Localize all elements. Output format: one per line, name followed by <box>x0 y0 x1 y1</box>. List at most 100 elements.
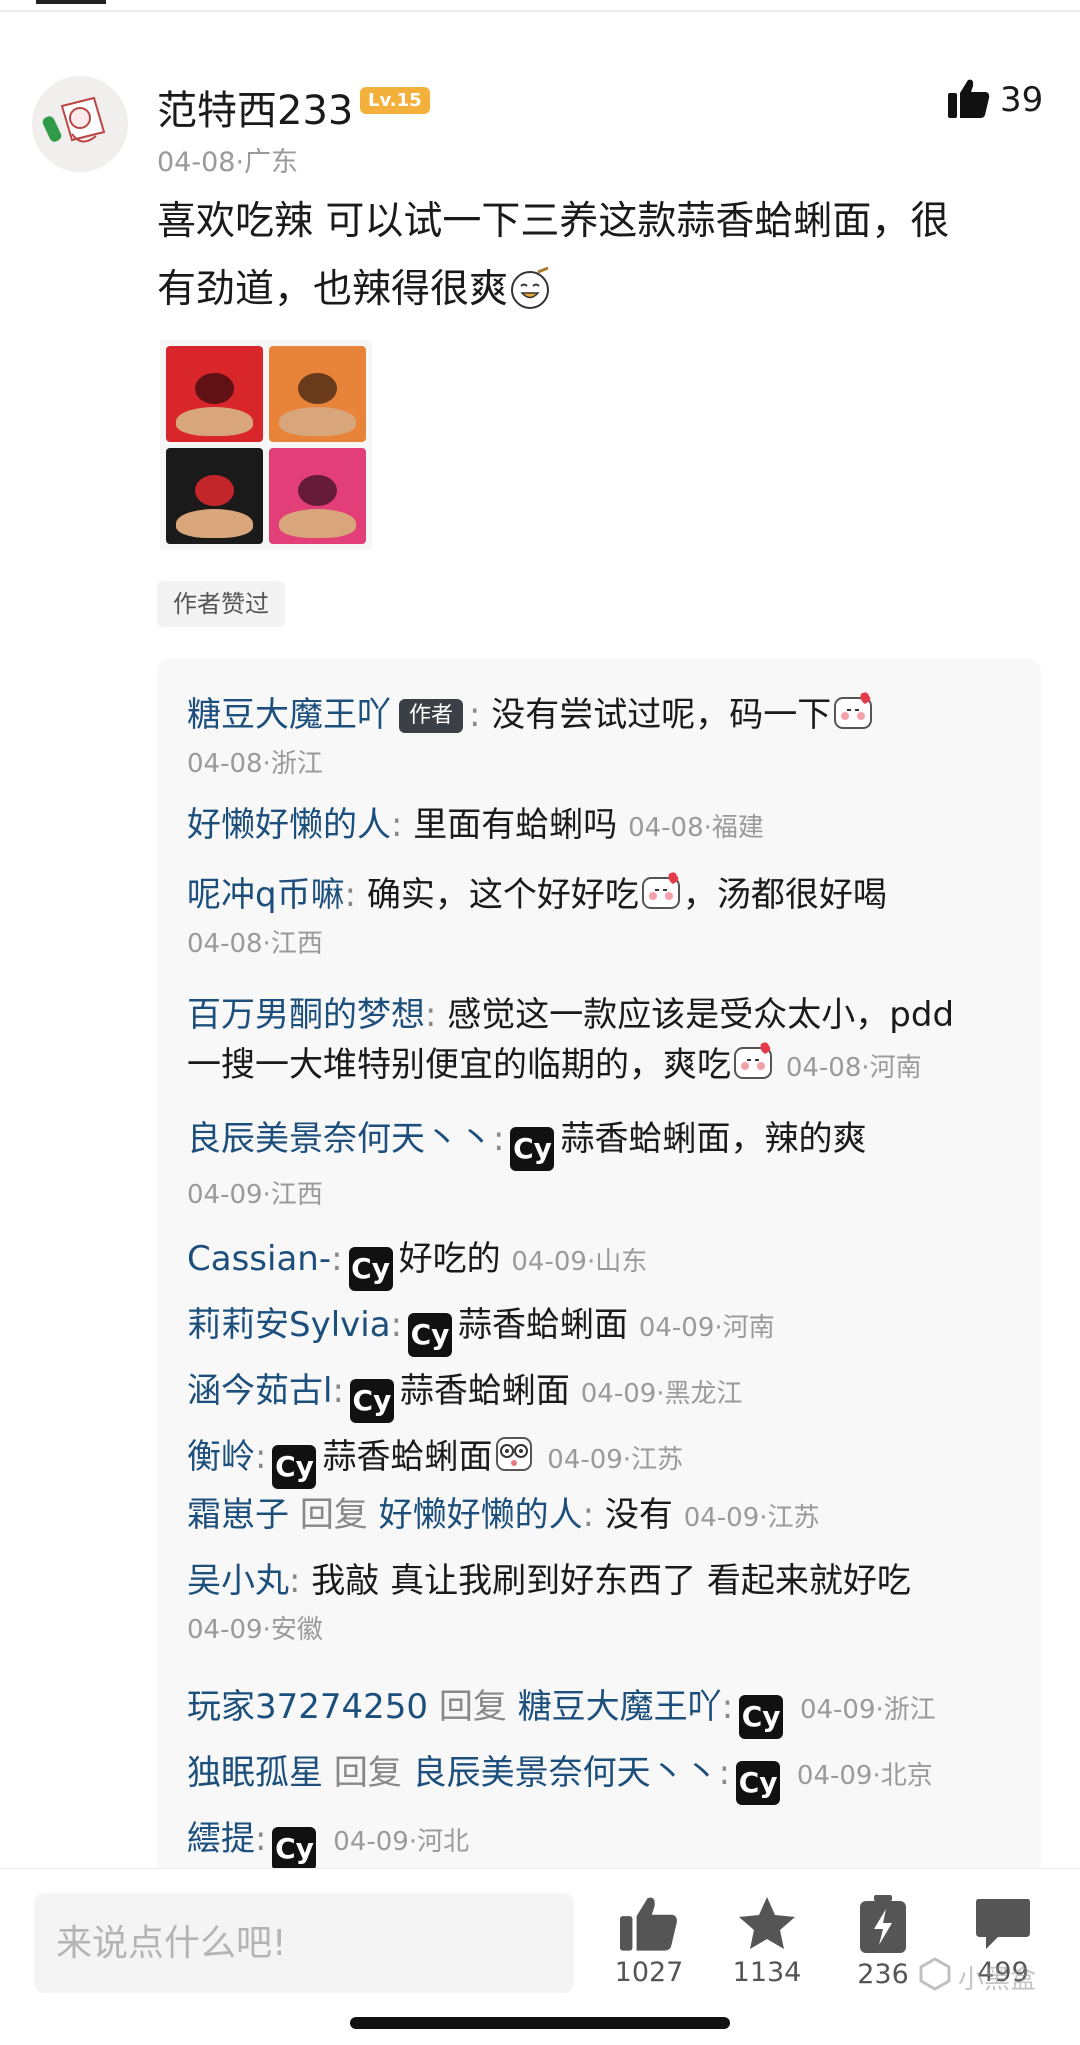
reply-text: 蒜香蛤蜊面 <box>458 1305 629 1345</box>
reply-word: 回复 <box>333 1753 402 1793</box>
cy-sticker-icon: Cy <box>272 1445 317 1489</box>
reply-text: 蒜香蛤蜊面，辣的爽 <box>560 1119 867 1159</box>
reply-text: 我敲 真让我刷到好东西了 看起来就好吃 <box>311 1561 911 1601</box>
reply-item[interactable]: 莉莉安Sylvia: Cy 蒜香蛤蜊面 04-09·河南 <box>187 1300 1017 1357</box>
like-count: 1027 <box>614 1957 684 1988</box>
cy-sticker-icon: Cy <box>739 1695 784 1739</box>
post-like-button[interactable]: 39 <box>948 78 1043 122</box>
reply-text: 蒜香蛤蜊面 <box>399 1371 570 1411</box>
avatar[interactable] <box>32 76 128 172</box>
heybox-logo-icon <box>918 1957 952 1998</box>
reply-time: 04-09·河南 <box>638 1313 775 1343</box>
watermark: 小黑盒 <box>918 1957 1036 1998</box>
reply-item[interactable]: 繧提: Cy 04-09·河北 <box>187 1814 1017 1871</box>
reply-item[interactable]: 衡岭: Cy 蒜香蛤蜊面 04-09·江苏 <box>187 1432 1017 1489</box>
cy-sticker-icon: Cy <box>510 1127 555 1171</box>
reply-author[interactable]: 玩家37274250 <box>187 1687 428 1727</box>
level-badge: Lv.15 <box>360 87 430 114</box>
comment-bubble-icon <box>948 1895 1058 1951</box>
reply-word: 回复 <box>438 1687 507 1727</box>
cy-sticker-icon: Cy <box>348 1247 393 1291</box>
star-icon <box>712 1895 822 1951</box>
reply-time: 04-08·江西 <box>187 929 323 959</box>
active-tab-indicator <box>36 0 106 4</box>
noodle-pack-orange <box>269 346 366 442</box>
reply-author[interactable]: 繧提 <box>187 1819 255 1859</box>
favorite-count: 1134 <box>732 1957 802 1988</box>
reply-item[interactable]: 吴小丸: 我敲 真让我刷到好东西了 看起来就好吃 04-09·安徽 <box>187 1556 1017 1650</box>
reply-item[interactable]: 霜崽子 回复 好懒好懒的人: 没有 04-09·江苏 <box>187 1490 1017 1543</box>
reply-item[interactable]: 呢冲q币嘛: 确实，这个好好吃 ，汤都很好喝 04-08·江西 <box>187 870 1017 964</box>
noodle-pack-red <box>166 346 263 442</box>
reply-author[interactable]: 莉莉安Sylvia <box>187 1305 391 1345</box>
reply-text: 蒜香蛤蜊面 <box>322 1437 493 1477</box>
reply-text: 好吃的 <box>398 1239 501 1279</box>
post-text-line1: 喜欢吃辣 可以试一下三养这款蒜香蛤蜊面，很 <box>157 199 950 244</box>
reply-list: 糖豆大魔王吖 作者: 没有尝试过呢，码一下 04-08·浙江 好懒好懒的人: 里面… <box>157 658 1041 1878</box>
post-username[interactable]: 范特西233 <box>157 78 353 136</box>
thumbs-up-icon <box>594 1895 704 1951</box>
reply-item[interactable]: 百万男酮的梦想: 感觉这一款应该是受众太小，pdd 一搜一大堆特别便宜的临期的，… <box>187 990 1017 1093</box>
reply-time: 04-09·江苏 <box>683 1503 820 1533</box>
cy-sticker-icon: Cy <box>408 1313 453 1357</box>
reply-text: 没有尝试过呢，码一下 <box>491 695 832 735</box>
reply-item[interactable]: 糖豆大魔王吖 作者: 没有尝试过呢，码一下 04-08·浙江 <box>187 690 1017 784</box>
like-button[interactable]: 1027 <box>594 1895 704 1988</box>
reply-time: 04-09·江西 <box>187 1180 323 1210</box>
reply-item[interactable]: 独眠孤星 回复 良辰美景奈何天丶丶: Cy 04-09·北京 <box>187 1748 1017 1805</box>
reply-time: 04-09·北京 <box>796 1761 933 1791</box>
favorite-button[interactable]: 1134 <box>712 1895 822 1988</box>
reply-time: 04-09·河北 <box>333 1827 470 1857</box>
product-image[interactable] <box>160 340 372 550</box>
reply-target[interactable]: 糖豆大魔王吖 <box>518 1687 722 1727</box>
reply-item[interactable]: 好懒好懒的人: 里面有蛤蜊吗 04-08·福建 <box>187 800 1017 853</box>
reply-time: 04-09·浙江 <box>799 1695 936 1725</box>
noodle-pack-black <box>166 448 263 544</box>
cy-sticker-icon: Cy <box>272 1827 317 1871</box>
reply-item[interactable]: Cassian-: Cy 好吃的 04-09·山东 <box>187 1234 1017 1291</box>
reply-item[interactable]: 涵今茹古l: Cy 蒜香蛤蜊面 04-09·黑龙江 <box>187 1366 1017 1423</box>
reply-time: 04-08·河南 <box>785 1053 922 1083</box>
reply-word: 回复 <box>299 1495 368 1535</box>
laughing-food-emoji-icon <box>508 264 552 309</box>
reply-text: 确实，这个好好吃 <box>366 875 639 915</box>
reply-target[interactable]: 良辰美景奈何天丶丶 <box>413 1753 719 1793</box>
reply-text: 没有 <box>604 1495 673 1535</box>
reply-author[interactable]: 糖豆大魔王吖 <box>187 695 391 735</box>
blush-emoji-icon <box>833 692 873 732</box>
author-tag: 作者 <box>399 699 464 733</box>
reply-text: 感觉这一款应该是受众太小，pdd <box>447 995 955 1035</box>
reply-time: 04-08·浙江 <box>187 749 323 779</box>
reply-author[interactable]: 百万男酮的梦想 <box>187 995 425 1035</box>
reply-time: 04-09·黑龙江 <box>580 1379 743 1409</box>
reply-author[interactable]: Cassian- <box>187 1239 331 1279</box>
post-meta: 04-08·广东 <box>157 147 299 178</box>
dizzy-emoji-icon <box>494 1434 534 1474</box>
author-liked-badge: 作者赞过 <box>157 581 285 627</box>
reply-author[interactable]: 吴小丸 <box>187 1561 289 1601</box>
post-date: 04-08 <box>157 147 236 178</box>
reply-time: 04-08·福建 <box>628 813 764 843</box>
reply-item[interactable]: 玩家37274250 回复 糖豆大魔王吖: Cy 04-09·浙江 <box>187 1682 1017 1739</box>
cy-sticker-icon: Cy <box>349 1379 394 1423</box>
reply-author[interactable]: 衡岭 <box>187 1437 255 1477</box>
top-tab-bar <box>0 0 1080 12</box>
reply-author[interactable]: 独眠孤星 <box>187 1753 323 1793</box>
reply-text: 里面有蛤蜊吗 <box>413 805 618 845</box>
home-indicator[interactable] <box>350 2017 730 2029</box>
post-like-count: 39 <box>1000 80 1044 120</box>
comment-input[interactable] <box>34 1893 574 1993</box>
reply-author[interactable]: 良辰美景奈何天丶丶 <box>187 1119 493 1159</box>
charge-icon <box>828 1895 938 1953</box>
reply-time: 04-09·江苏 <box>547 1445 684 1475</box>
post-text: 喜欢吃辣 可以试一下三养这款蒜香蛤蜊面，很 有劲道，也辣得很爽 <box>157 188 1037 324</box>
reply-target[interactable]: 好懒好懒的人 <box>379 1495 583 1535</box>
reply-author[interactable]: 涵今茹古l <box>187 1371 332 1411</box>
reply-time: 04-09·安徽 <box>187 1615 323 1645</box>
post-location: 广东 <box>244 147 299 178</box>
reply-author[interactable]: 霜崽子 <box>187 1495 289 1535</box>
reply-author[interactable]: 呢冲q币嘛 <box>187 875 345 915</box>
reply-author[interactable]: 好懒好懒的人 <box>187 805 391 845</box>
reply-item[interactable]: 良辰美景奈何天丶丶: Cy 蒜香蛤蜊面，辣的爽 04-09·江西 <box>187 1114 1017 1215</box>
reply-time: 04-09·山东 <box>511 1247 648 1277</box>
